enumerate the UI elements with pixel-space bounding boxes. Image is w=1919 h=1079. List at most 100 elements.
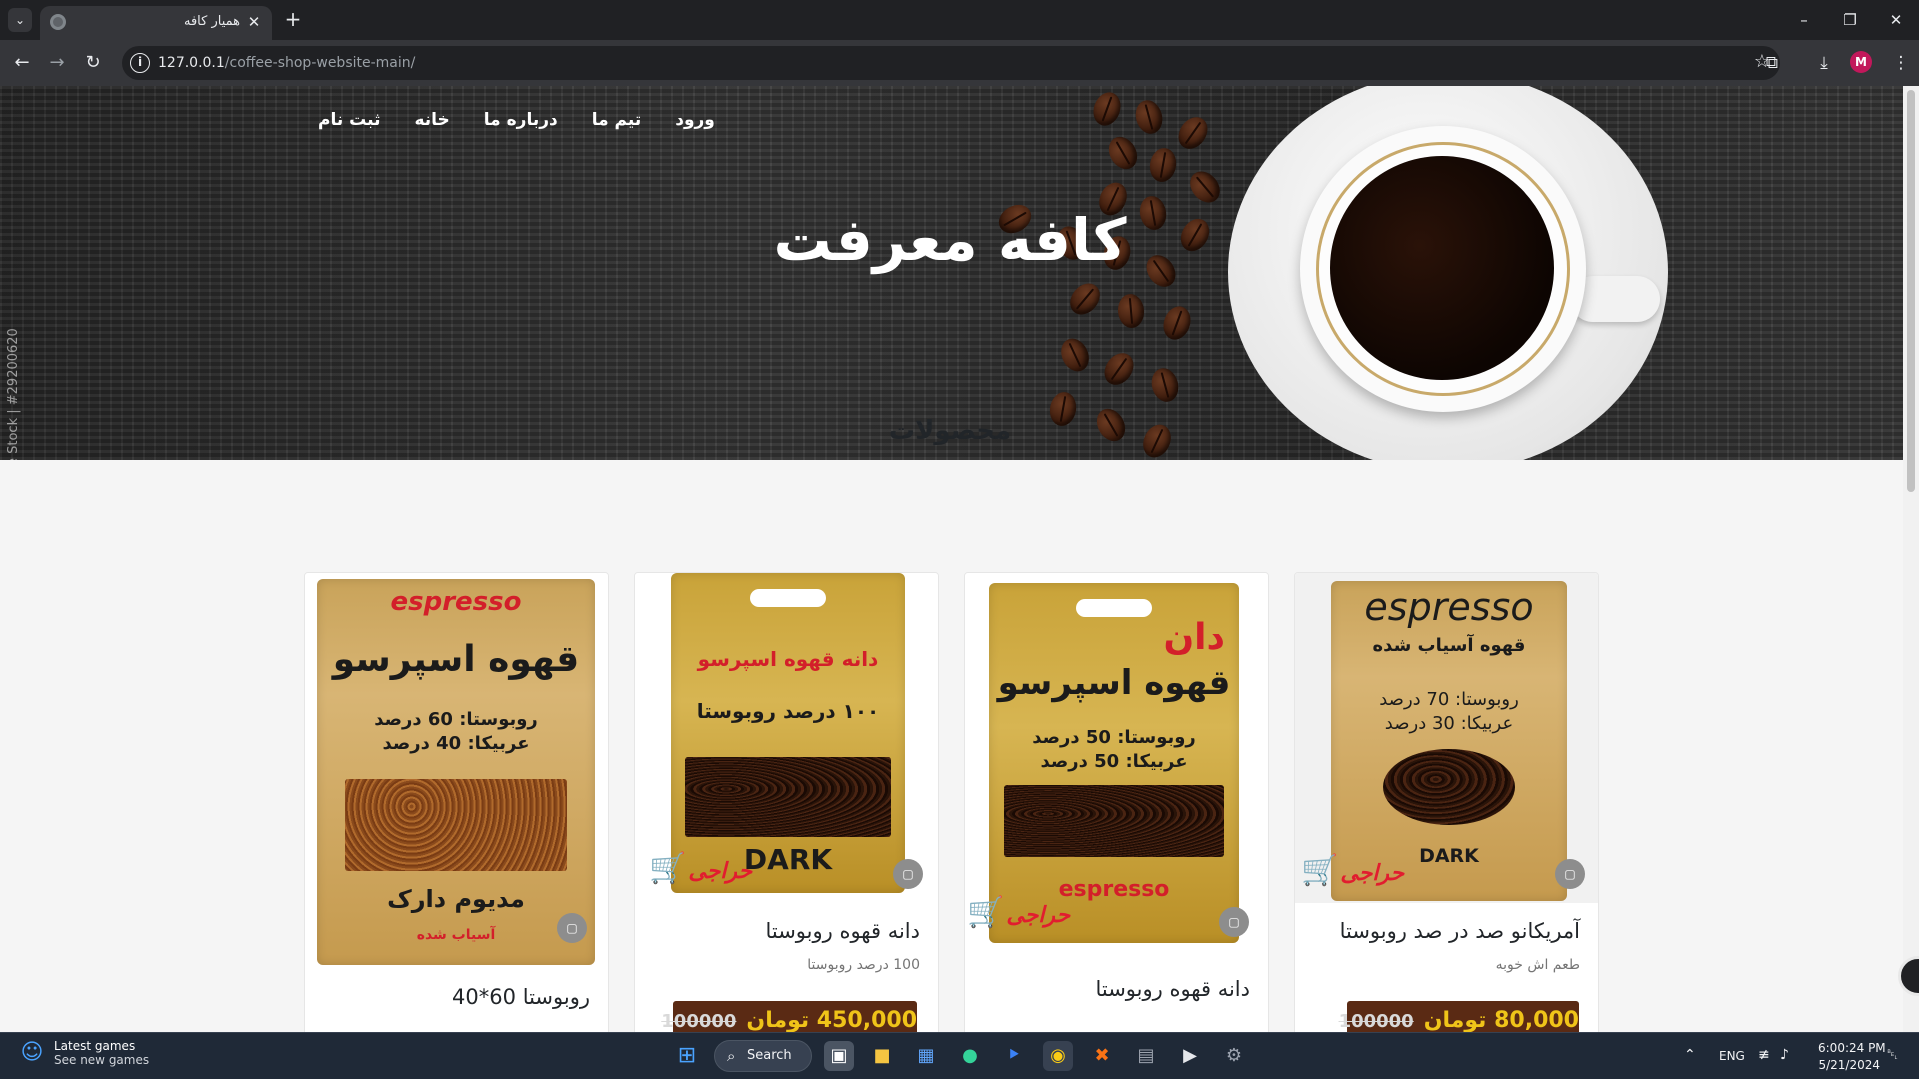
bag-brand-text: espresso xyxy=(1364,585,1534,629)
restore-icon[interactable]: ❐ xyxy=(1827,0,1873,40)
product-card-robusta-100[interactable]: دانه قهوه اسپرسو ۱۰۰ درصد روبوستا DARK 🛒… xyxy=(634,572,939,1032)
tab-close-icon[interactable]: ✕ xyxy=(244,12,264,32)
price-badge: 80,000 تومان 100000 xyxy=(1339,1001,1579,1032)
games-widget-icon: ☺ xyxy=(20,1040,44,1065)
bag-blend-line1: ۱۰۰ درصد روبوستا xyxy=(696,699,880,723)
settings-gear-icon[interactable]: ⚙ xyxy=(1219,1041,1249,1071)
taskbar-search[interactable]: ⌕ Search xyxy=(714,1040,812,1072)
bag-window-image xyxy=(1382,749,1516,825)
product-card-robusta-beans[interactable]: دان قهوه اسپرسو روبوستا: 50 درصد عربیکا:… xyxy=(964,572,1269,1032)
product-image[interactable]: espresso قهوه آسیاب شده روبوستا: 70 درصد… xyxy=(1295,573,1598,903)
search-label: Search xyxy=(747,1048,792,1063)
task-view-icon[interactable]: ▣ xyxy=(824,1041,854,1071)
file-explorer-icon[interactable]: ■ xyxy=(867,1041,897,1071)
url-path: /coffee-shop-website-main/ xyxy=(224,55,416,71)
browser-tab[interactable]: همیار کافه ✕ xyxy=(40,6,272,40)
bag-window-image xyxy=(685,757,891,837)
coffee-bag-image: espresso قهوه اسپرسو روبوستا: 60 درصد عر… xyxy=(317,579,595,965)
media-player-icon[interactable]: ▶ xyxy=(1175,1041,1205,1071)
search-icon: ⌕ xyxy=(727,1047,736,1065)
screen: ⌄ همیار کافه ✕ + – ❐ ✕ ← → ↻ i 127.0.0.1… xyxy=(0,0,1919,1079)
windows-taskbar: ☺ Latest games See new games ⊞ ⌕ Search ▣… xyxy=(0,1032,1919,1079)
bag-footer-text: آسیاب شده xyxy=(416,927,496,943)
address-bar[interactable]: i 127.0.0.1/coffee-shop-website-main/ ☆ xyxy=(122,46,1780,80)
bag-window-image xyxy=(344,779,568,871)
coffee-bag-image: دانه قهوه اسپرسو ۱۰۰ درصد روبوستا DARK xyxy=(671,573,905,893)
browser-tab-strip: ⌄ همیار کافه ✕ + – ❐ ✕ xyxy=(0,0,1919,40)
product-name[interactable]: دانه قهوه روبوستا xyxy=(765,919,920,943)
tab-search-button[interactable]: ⌄ xyxy=(8,8,32,32)
products-section: محصولات espresso قهوه آسیاب شده روبوستا:… xyxy=(0,86,1903,1032)
language-indicator[interactable]: ENG xyxy=(1719,1049,1745,1063)
product-name[interactable]: روبوستا 60*40 xyxy=(452,985,590,1009)
quick-view-icon[interactable]: ▢ xyxy=(893,859,923,889)
product-name[interactable]: آمریکانو صد در صد روبوستا xyxy=(1340,919,1580,943)
quick-view-icon[interactable]: ▢ xyxy=(557,913,587,943)
edge-browser-icon[interactable]: ● xyxy=(955,1041,985,1071)
bag-blend-line2: عربیکا: 40 درصد xyxy=(382,733,530,754)
clock-time[interactable]: 6:00:24 PM xyxy=(1818,1041,1886,1055)
coffee-bag-image: دان قهوه اسپرسو روبوستا: 50 درصد عربیکا:… xyxy=(989,583,1239,943)
bag-brand-text: دان xyxy=(1163,617,1225,658)
calculator-icon[interactable]: ▤ xyxy=(1131,1041,1161,1071)
downloads-icon[interactable]: ⤓ xyxy=(1810,49,1838,77)
product-card-robusta-60-40[interactable]: espresso قهوه اسپرسو روبوستا: 60 درصد عر… xyxy=(304,572,609,1032)
back-icon[interactable]: ← xyxy=(8,49,36,77)
notification-bell-icon[interactable]: ␇ xyxy=(1887,1047,1898,1063)
tray-chevron-icon[interactable]: ⌃ xyxy=(1684,1047,1696,1063)
start-windows-icon[interactable]: ⊞ xyxy=(672,1041,702,1071)
bag-blend-line2: عربیکا: 30 درصد xyxy=(1384,713,1514,734)
bag-title-text: قهوه اسپرسو xyxy=(997,663,1231,703)
page-scrollbar[interactable] xyxy=(1903,86,1919,1032)
bag-blend-line1: روبوستا: 60 درصد xyxy=(374,709,538,730)
browser-toolbar: ← → ↻ i 127.0.0.1/coffee-shop-website-ma… xyxy=(0,40,1919,86)
chrome-icon[interactable]: ◉ xyxy=(1043,1041,1073,1071)
sale-logo-text: حراجی xyxy=(1006,903,1071,928)
news-widget[interactable]: ☺ Latest games See new games xyxy=(18,1039,150,1067)
vscode-icon[interactable]: ⯈ xyxy=(999,1041,1029,1071)
url-text[interactable]: 127.0.0.1/coffee-shop-website-main/ xyxy=(158,55,415,71)
price-badge: 450,000 تومان 100000 xyxy=(661,1001,917,1032)
close-window-icon[interactable]: ✕ xyxy=(1873,0,1919,40)
product-description: 100 درصد روبوستا xyxy=(807,957,920,973)
bag-title-text: قهوه اسپرسو xyxy=(332,639,580,680)
current-price: 80,000 تومان xyxy=(1423,1008,1579,1032)
products-heading: محصولات xyxy=(888,416,1012,446)
reload-icon[interactable]: ↻ xyxy=(79,49,107,77)
old-price: 100000 xyxy=(661,1011,737,1032)
bag-blend-line2: عربیکا: 50 درصد xyxy=(1040,751,1188,772)
url-host: 127.0.0.1 xyxy=(158,55,225,71)
tab-title: همیار کافه xyxy=(184,14,240,29)
wifi-icon[interactable]: ≢ xyxy=(1758,1047,1770,1063)
site-info-icon[interactable]: i xyxy=(130,53,150,73)
scrollbar-thumb[interactable] xyxy=(1907,90,1915,492)
product-card-americano[interactable]: espresso قهوه آسیاب شده روبوستا: 70 درصد… xyxy=(1294,572,1599,1032)
current-price: 450,000 تومان xyxy=(746,1008,917,1032)
bag-subtitle-text: قهوه آسیاب شده xyxy=(1372,635,1526,656)
bag-hole xyxy=(750,589,826,607)
clock-date[interactable]: 5/21/2024 xyxy=(1818,1058,1880,1072)
product-name[interactable]: دانه قهوه روبوستا xyxy=(1095,977,1250,1001)
product-image[interactable]: دان قهوه اسپرسو روبوستا: 50 درصد عربیکا:… xyxy=(965,573,1268,943)
extensions-puzzle-icon[interactable]: ⧉ xyxy=(1758,49,1786,77)
browser-menu-icon[interactable]: ⋮ xyxy=(1887,49,1915,77)
new-tab-button[interactable]: + xyxy=(281,8,305,32)
minimize-icon[interactable]: – xyxy=(1781,0,1827,40)
bag-blend-line1: روبوستا: 50 درصد xyxy=(1032,727,1196,748)
profile-avatar[interactable]: M xyxy=(1850,51,1872,73)
cart-icon: 🛒حراجی xyxy=(649,851,753,886)
quick-view-icon[interactable]: ▢ xyxy=(1219,907,1249,937)
store-icon[interactable]: ▦ xyxy=(911,1041,941,1071)
product-image[interactable]: espresso قهوه اسپرسو روبوستا: 60 درصد عر… xyxy=(305,573,608,967)
news-subtitle: See new games xyxy=(54,1053,150,1067)
news-title: Latest games xyxy=(54,1039,136,1053)
xampp-icon[interactable]: ✖ xyxy=(1087,1041,1117,1071)
product-image[interactable]: دانه قهوه اسپرسو ۱۰۰ درصد روبوستا DARK 🛒… xyxy=(635,573,938,903)
volume-icon[interactable]: ♪ xyxy=(1780,1047,1789,1063)
forward-icon[interactable]: → xyxy=(43,49,71,77)
quick-view-icon[interactable]: ▢ xyxy=(1555,859,1585,889)
cart-icon: 🛒حراجی xyxy=(1301,853,1405,888)
sale-logo-text: حراجی xyxy=(688,859,753,884)
bag-hole xyxy=(1076,599,1152,617)
bag-blend-line1: روبوستا: 70 درصد xyxy=(1379,689,1519,710)
